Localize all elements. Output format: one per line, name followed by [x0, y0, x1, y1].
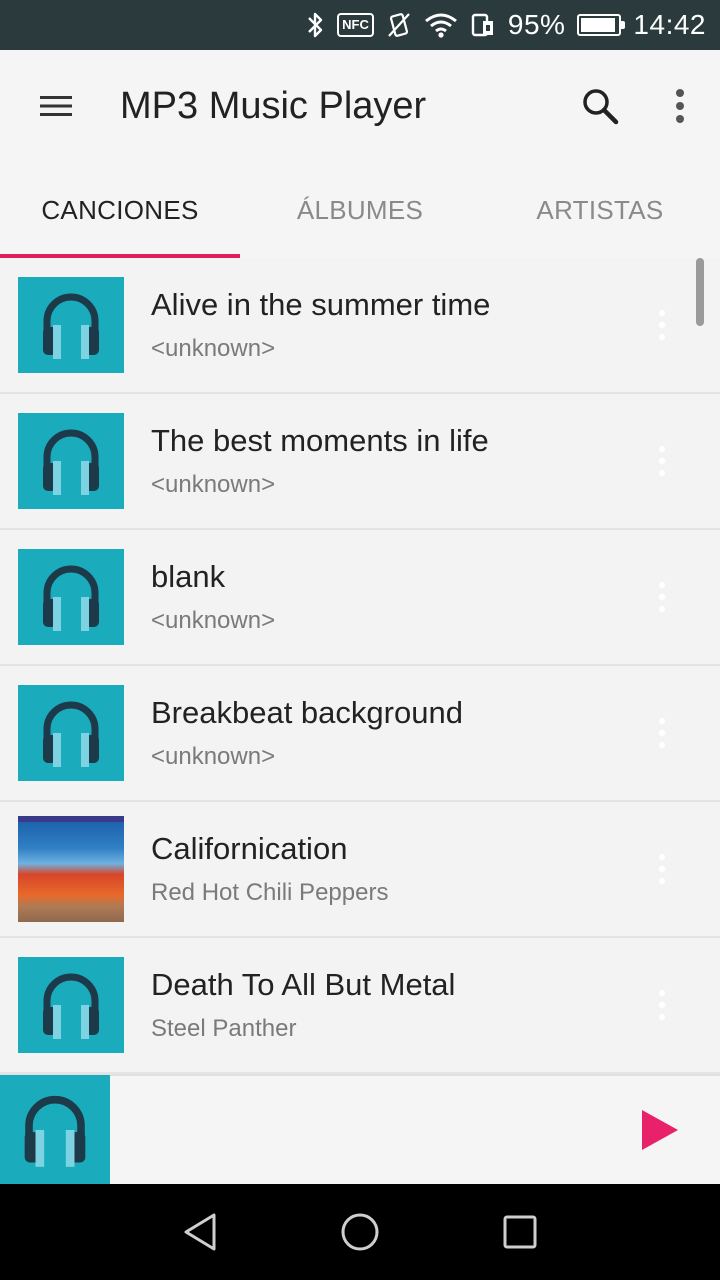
- song-thumbnail: [18, 685, 124, 781]
- recents-square-icon: [503, 1215, 537, 1249]
- headphones-icon: [43, 701, 99, 767]
- song-artist: <unknown>: [151, 335, 276, 362]
- system-nav-bar: [0, 1184, 720, 1280]
- song-title: blank: [151, 559, 226, 594]
- tab-artistas[interactable]: ARTISTAS: [480, 162, 720, 258]
- search-icon: [583, 89, 619, 125]
- list-item[interactable]: Californication Red Hot Chili Peppers: [0, 802, 720, 938]
- song-more-button[interactable]: [632, 431, 692, 491]
- song-title: Californication: [151, 831, 348, 866]
- play-button[interactable]: [638, 1108, 682, 1152]
- song-thumbnail: [18, 277, 124, 373]
- tab-bar: CANCIONES ÁLBUMES ARTISTAS: [0, 162, 720, 258]
- song-more-button[interactable]: [632, 295, 692, 355]
- list-item[interactable]: Breakbeat background <unknown>: [0, 666, 720, 802]
- app-title: MP3 Music Player: [120, 84, 427, 127]
- search-button[interactable]: [560, 50, 640, 162]
- song-artist: <unknown>: [151, 743, 276, 770]
- back-button[interactable]: [170, 1202, 230, 1262]
- song-more-button[interactable]: [632, 567, 692, 627]
- list-item[interactable]: Alive in the summer time <unknown>: [0, 258, 720, 394]
- back-triangle-icon: [184, 1213, 216, 1251]
- song-thumbnail: [18, 816, 124, 922]
- app-bar: MP3 Music Player: [0, 50, 720, 162]
- song-more-button[interactable]: [632, 839, 692, 899]
- list-item[interactable]: The best moments in life <unknown>: [0, 394, 720, 530]
- song-artist: <unknown>: [151, 471, 276, 498]
- data-saver-icon: [470, 11, 496, 39]
- song-title: Alive in the summer time: [151, 287, 491, 322]
- battery-fill: [581, 18, 616, 32]
- wifi-icon: [424, 11, 458, 39]
- tab-albumes[interactable]: ÁLBUMES: [240, 162, 480, 258]
- more-vertical-icon: [658, 853, 666, 885]
- song-title: Death To All But Metal: [151, 967, 456, 1002]
- list-item[interactable]: blank <unknown>: [0, 530, 720, 666]
- song-artist: Red Hot Chili Peppers: [151, 879, 389, 906]
- status-bar: NFC 95% 14:42: [0, 0, 720, 50]
- headphones-icon: [43, 429, 99, 495]
- hamburger-menu-icon: [40, 96, 72, 116]
- play-icon: [642, 1110, 678, 1150]
- vibrate-icon: [386, 10, 412, 40]
- tab-canciones[interactable]: CANCIONES: [0, 162, 240, 258]
- nfc-icon: NFC: [337, 13, 374, 37]
- more-vertical-icon: [658, 717, 666, 749]
- battery-percent: 95%: [507, 9, 566, 40]
- more-vertical-icon: [676, 89, 684, 123]
- song-artist: Steel Panther: [151, 1015, 297, 1042]
- mini-player[interactable]: [0, 1074, 720, 1185]
- more-vertical-icon: [658, 309, 666, 341]
- status-icons: NFC 95% 14:42: [305, 9, 706, 41]
- song-title: Breakbeat background: [151, 695, 463, 730]
- song-more-button[interactable]: [632, 975, 692, 1035]
- song-artist: <unknown>: [151, 607, 276, 634]
- album-art: [18, 816, 124, 922]
- more-vertical-icon: [658, 581, 666, 613]
- more-vertical-icon: [658, 445, 666, 477]
- headphones-icon: [24, 1095, 86, 1167]
- bluetooth-icon: [305, 10, 325, 40]
- song-thumbnail: [18, 413, 124, 509]
- more-vertical-icon: [658, 989, 666, 1021]
- song-list[interactable]: Alive in the summer time <unknown> The b…: [0, 258, 720, 1074]
- battery-icon: [577, 14, 626, 36]
- menu-button[interactable]: [0, 50, 112, 162]
- song-more-button[interactable]: [632, 703, 692, 763]
- home-circle-icon: [341, 1213, 379, 1251]
- overflow-menu-button[interactable]: [640, 50, 720, 162]
- headphones-icon: [43, 973, 99, 1039]
- song-title: The best moments in life: [151, 423, 489, 458]
- headphones-icon: [43, 565, 99, 631]
- headphones-icon: [43, 293, 99, 359]
- home-button[interactable]: [330, 1202, 390, 1262]
- song-thumbnail: [18, 549, 124, 645]
- song-thumbnail: [18, 957, 124, 1053]
- now-playing-thumbnail[interactable]: [0, 1075, 110, 1185]
- clock: 14:42: [633, 9, 706, 40]
- list-item[interactable]: Death To All But Metal Steel Panther: [0, 938, 720, 1074]
- recents-button[interactable]: [490, 1202, 550, 1262]
